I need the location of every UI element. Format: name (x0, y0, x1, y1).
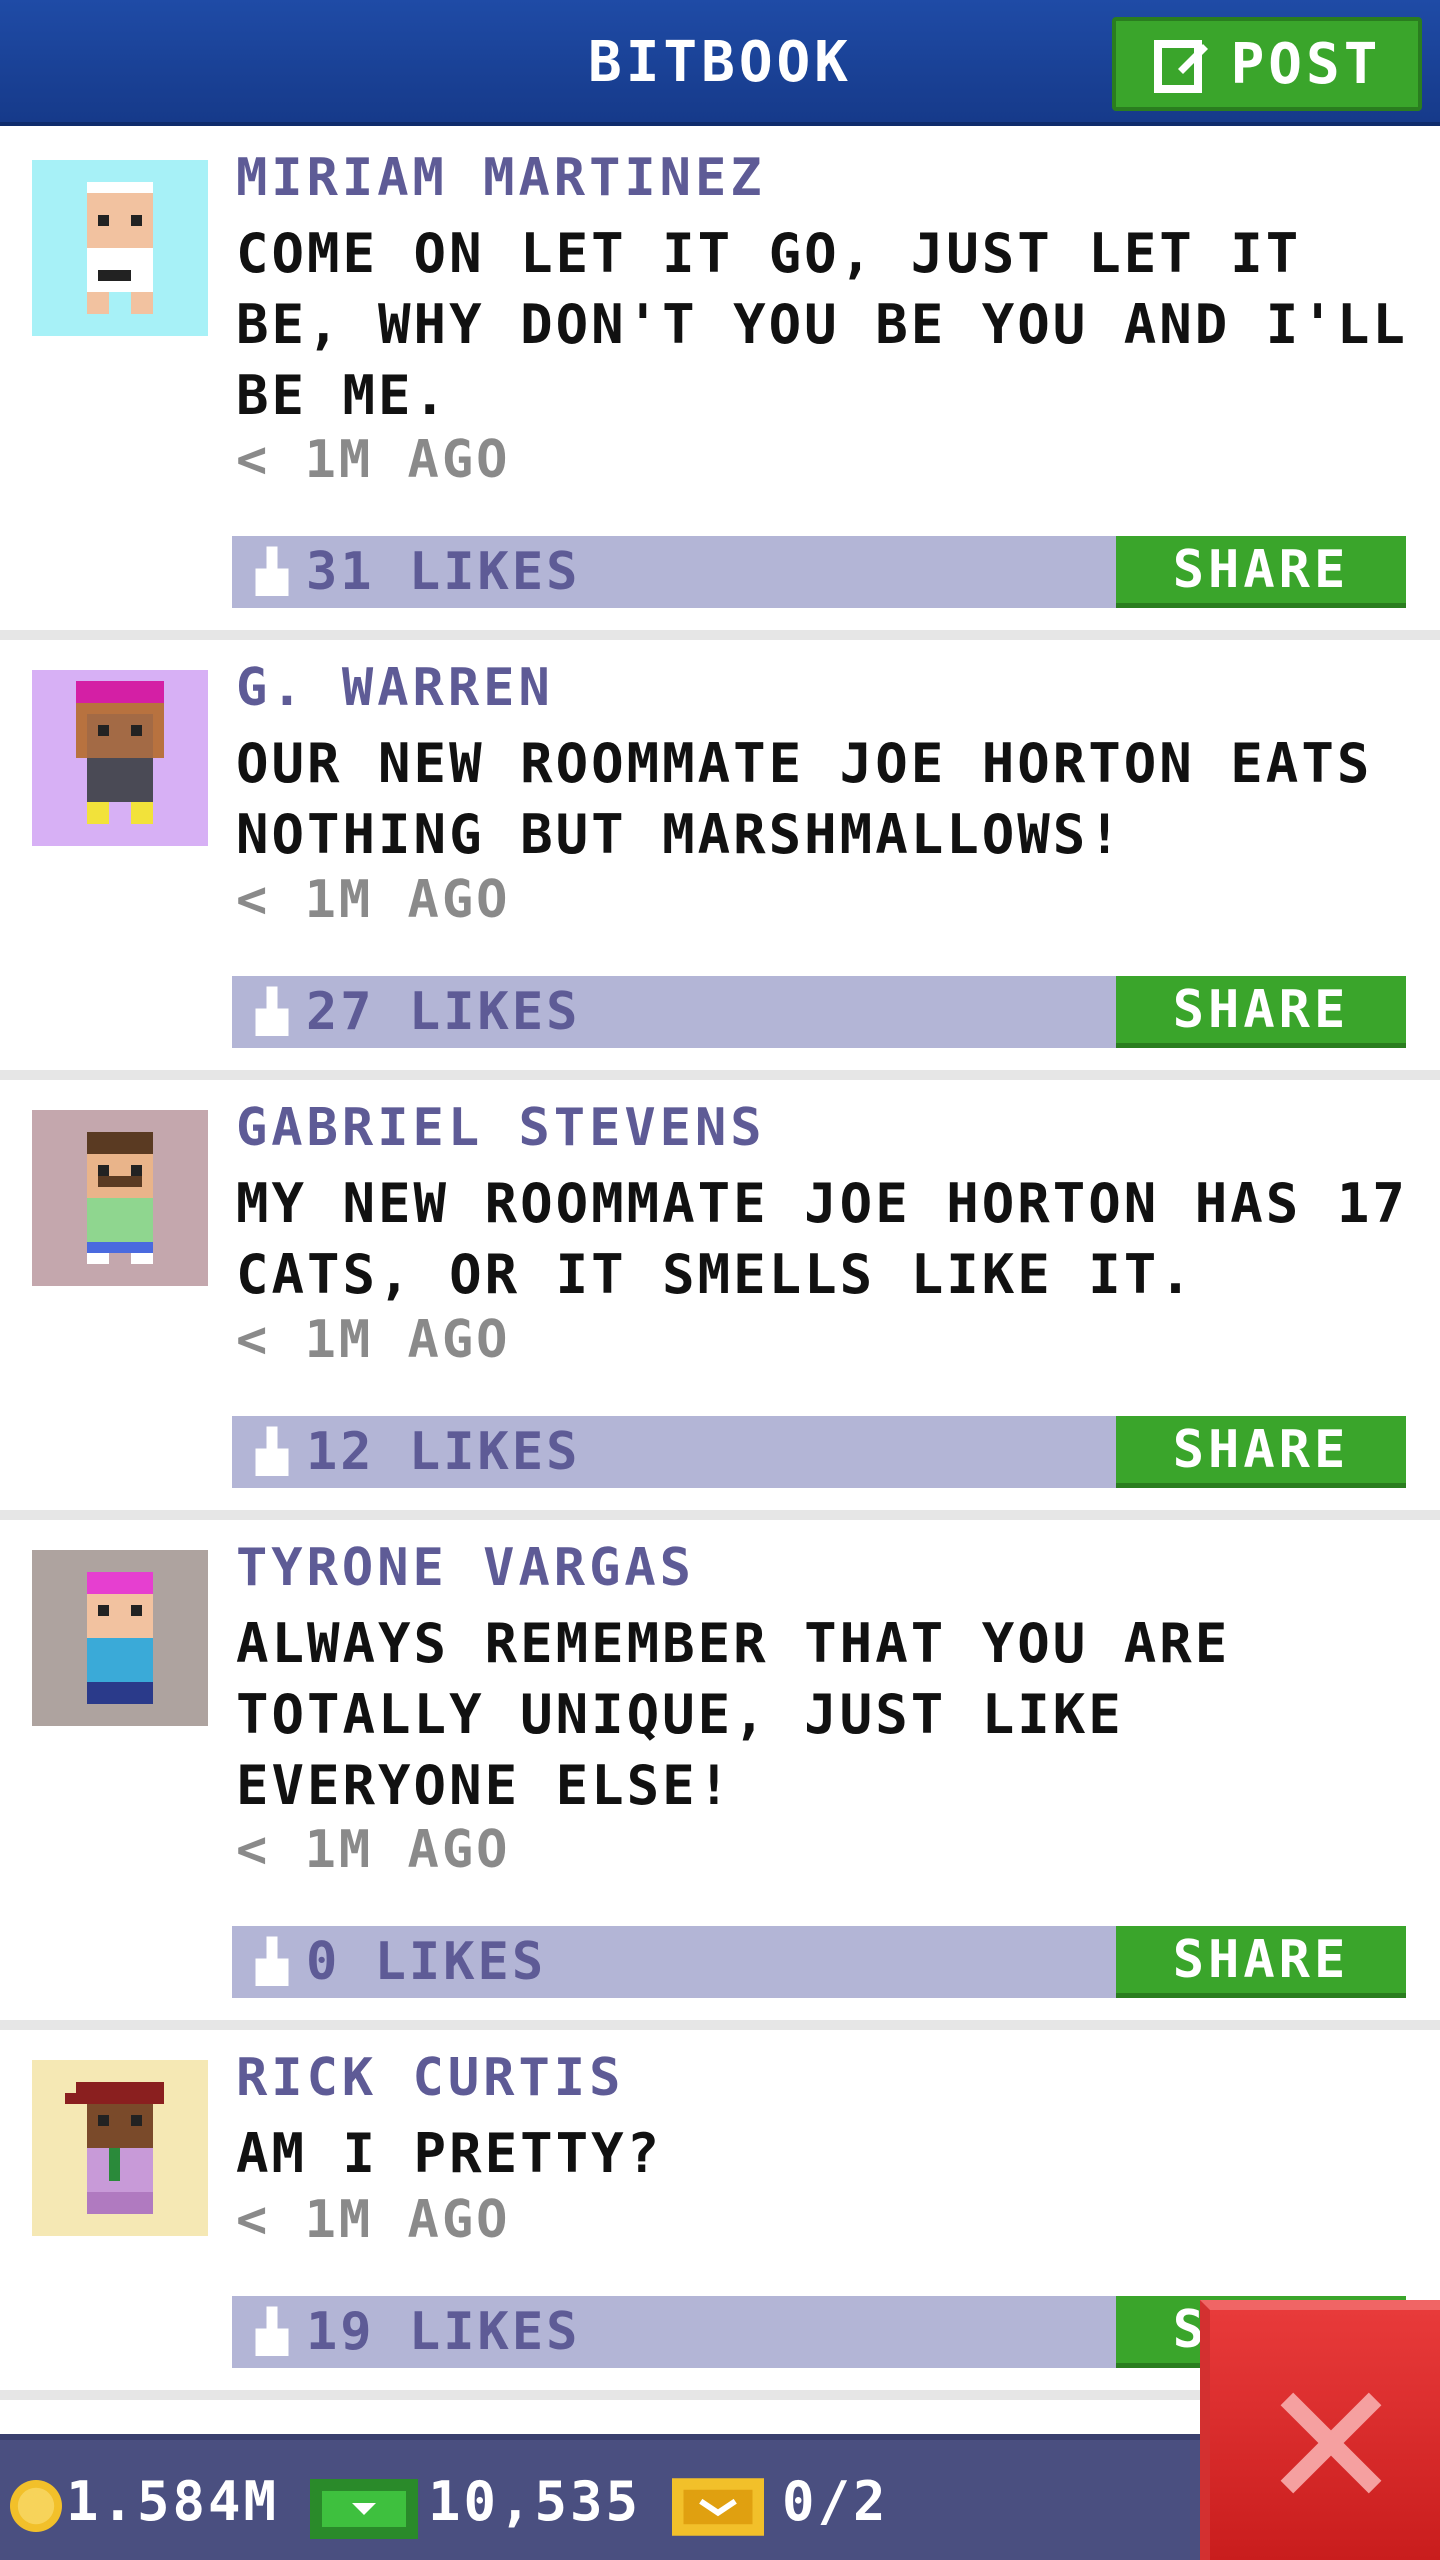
tickets-count: 0/2 (782, 2470, 889, 2533)
cash-icon (310, 2479, 418, 2539)
post-text: OUR NEW ROOMMATE JOE HORTON EATS NOTHING… (236, 732, 1373, 866)
post-author[interactable]: G. WARREN (236, 658, 554, 718)
post-time: < 1M AGO (236, 870, 511, 930)
avatar[interactable] (32, 670, 208, 846)
share-button[interactable]: SHARE (1116, 1416, 1406, 1488)
bux-count: 10,535 (428, 2470, 642, 2533)
post-button[interactable]: POST (1112, 17, 1422, 111)
thumbs-up-icon[interactable] (250, 2306, 294, 2362)
share-button[interactable]: SHARE (1116, 1926, 1406, 1998)
thumbs-up-icon[interactable] (250, 1936, 294, 1992)
post-author[interactable]: MIRIAM MARTINEZ (236, 148, 766, 208)
post-time: < 1M AGO (236, 430, 511, 490)
post-time: < 1M AGO (236, 2190, 511, 2250)
likes-bar: 12 LIKES SHARE (232, 1416, 1406, 1488)
likes-count: 27 LIKES (306, 982, 581, 1042)
post-time: < 1M AGO (236, 1310, 511, 1370)
post-text: ALWAYS REMEMBER THAT YOU ARE TOTALLY UNI… (236, 1612, 1231, 1817)
post-time: < 1M AGO (236, 1820, 511, 1880)
post-text: COME ON LET IT GO, JUST LET IT BE, WHY D… (236, 222, 1408, 427)
likes-bar: 27 LIKES SHARE (232, 976, 1406, 1048)
likes-count: 0 LIKES (306, 1932, 547, 1992)
post-text: AM I PRETTY? (236, 2122, 663, 2185)
feed: MIRIAM MARTINEZ COME ON LET IT GO, JUST … (0, 130, 1440, 2400)
share-button[interactable]: SHARE (1116, 976, 1406, 1048)
avatar[interactable] (32, 160, 208, 336)
post-card: G. WARREN OUR NEW ROOMMATE JOE HORTON EA… (0, 640, 1440, 1080)
avatar[interactable] (32, 2060, 208, 2236)
likes-count: 12 LIKES (306, 1422, 581, 1482)
likes-bar: 0 LIKES SHARE (232, 1926, 1406, 1998)
app-header: BITBOOK POST (0, 0, 1440, 126)
post-author[interactable]: TYRONE VARGAS (236, 1538, 695, 1598)
thumbs-up-icon[interactable] (250, 986, 294, 1042)
post-author[interactable]: GABRIEL STEVENS (236, 1098, 766, 1158)
edit-icon (1153, 40, 1208, 93)
close-icon (1280, 2392, 1382, 2494)
avatar[interactable] (32, 1110, 208, 1286)
likes-count: 19 LIKES (306, 2302, 581, 2362)
post-card: GABRIEL STEVENS MY NEW ROOMMATE JOE HORT… (0, 1080, 1440, 1520)
likes-bar: 31 LIKES SHARE (232, 536, 1406, 608)
coins-count: 1.584M (66, 2470, 280, 2533)
post-button-label: POST (1230, 31, 1382, 97)
share-button[interactable]: SHARE (1116, 536, 1406, 608)
post-author[interactable]: RICK CURTIS (236, 2048, 624, 2108)
thumbs-up-icon[interactable] (250, 546, 294, 602)
likes-count: 31 LIKES (306, 542, 581, 602)
post-card: MIRIAM MARTINEZ COME ON LET IT GO, JUST … (0, 130, 1440, 640)
post-text: MY NEW ROOMMATE JOE HORTON HAS 17 CATS, … (236, 1172, 1408, 1306)
ticket-icon (672, 2478, 764, 2536)
avatar[interactable] (32, 1550, 208, 1726)
thumbs-up-icon[interactable] (250, 1426, 294, 1482)
close-button[interactable] (1200, 2300, 1440, 2560)
coin-icon (10, 2480, 62, 2532)
post-card: TYRONE VARGAS ALWAYS REMEMBER THAT YOU A… (0, 1520, 1440, 2030)
